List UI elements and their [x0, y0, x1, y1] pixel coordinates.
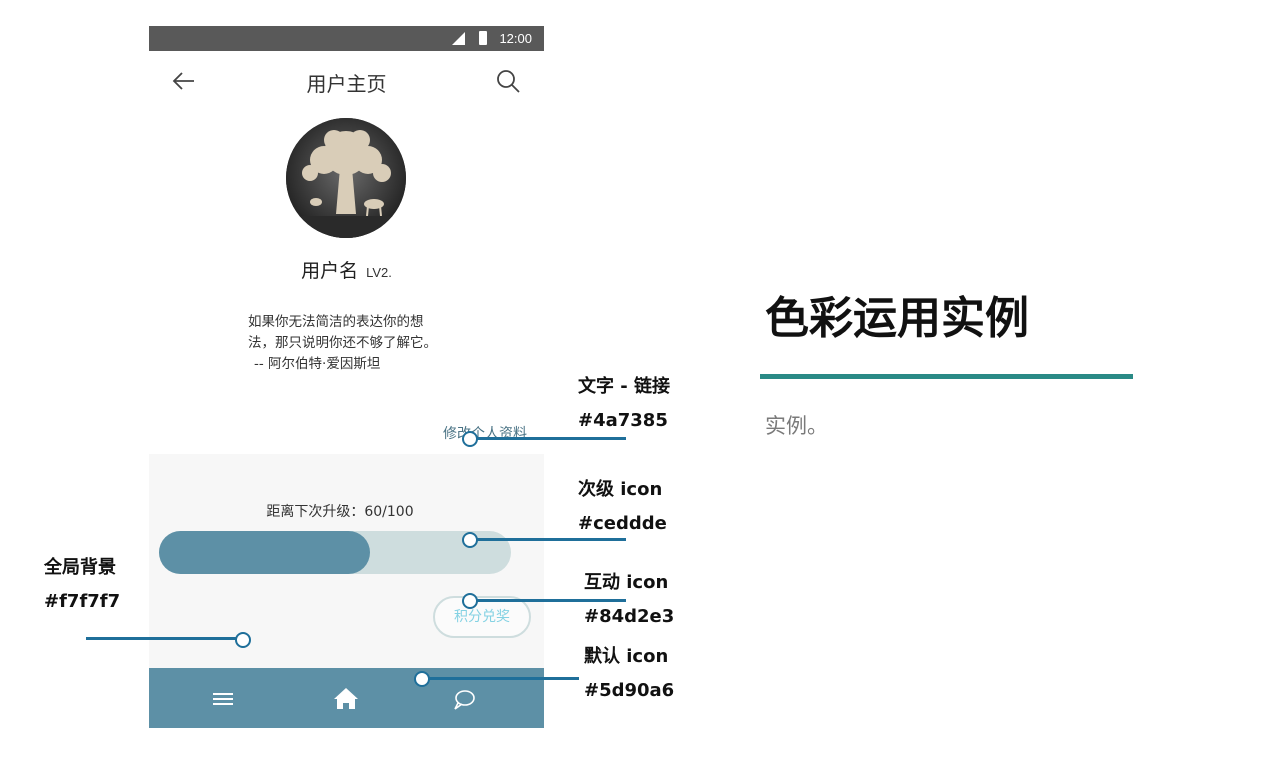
annotation-default-line: [421, 677, 579, 680]
username: 用户名: [301, 260, 359, 282]
annotation-default-title: 默认 icon: [584, 646, 669, 667]
annotation-bg-dot: [235, 632, 251, 648]
level-badge: LV2.: [366, 265, 392, 280]
annotation-link-color: #4a7385: [578, 410, 668, 431]
annotation-secondary-color: #ceddde: [578, 513, 667, 534]
search-icon[interactable]: [495, 68, 521, 94]
quote-line-1: 如果你无法简洁的表达你的想: [248, 314, 424, 330]
bio-quote: 如果你无法简洁的表达你的想 法，那只说明你还不够了解它。 -- 阿尔伯特·爱因斯…: [248, 312, 478, 375]
username-row: 用户名 LV2.: [149, 256, 544, 283]
annotation-link-title: 文字 - 链接: [578, 376, 671, 397]
slide-subtitle: 实例。: [765, 414, 828, 438]
signal-icon: [452, 32, 465, 45]
progress-fill: [159, 531, 371, 574]
annotation-default-dot: [414, 671, 430, 687]
annotation-default-color: #5d90a6: [584, 680, 675, 701]
annotation-bg-color: #f7f7f7: [44, 591, 121, 612]
avatar[interactable]: [286, 118, 406, 238]
home-icon[interactable]: [331, 685, 361, 713]
battery-icon: [479, 31, 487, 45]
app-bar: 用户主页: [149, 51, 544, 111]
phone-screen: 12:00 用户主页 用户名 LV2. 如果你无法简洁的表达你的想 法，那只说明…: [149, 26, 544, 728]
status-bar: 12:00: [149, 26, 544, 51]
quote-line-2: 法，那只说明你还不够了解它。: [248, 335, 437, 351]
annotation-interactive-line: [469, 599, 626, 602]
annotation-secondary-line: [469, 538, 626, 541]
page-title: 用户主页: [306, 72, 387, 96]
slide-title: 色彩运用实例: [765, 293, 1029, 344]
annotation-secondary-dot: [462, 532, 478, 548]
annotation-link-line: [469, 437, 626, 440]
annotation-interactive-dot: [462, 593, 478, 609]
annotation-secondary-icon: 次级 icon #ceddde: [578, 473, 667, 541]
annotation-link-dot: [462, 431, 478, 447]
annotation-link-text: 文字 - 链接 #4a7385: [578, 370, 670, 438]
redeem-points-button[interactable]: 积分兑奖: [433, 596, 531, 638]
status-time: 12:00: [499, 31, 532, 46]
menu-icon[interactable]: [208, 685, 238, 713]
annotation-bg-line: [86, 637, 242, 640]
content-area: 距离下次升级：60/100 积分兑奖: [149, 454, 544, 668]
annotation-bg-title: 全局背景: [44, 557, 116, 578]
chat-bubble-icon[interactable]: [449, 685, 479, 713]
title-divider: [760, 374, 1133, 379]
annotation-interactive-title: 互动 icon: [584, 572, 669, 593]
annotation-default-icon: 默认 icon #5d90a6: [584, 640, 674, 708]
progress-track: [159, 531, 511, 574]
annotation-global-bg: 全局背景 #f7f7f7: [44, 551, 120, 619]
quote-author: -- 阿尔伯特·爱因斯坦: [254, 356, 381, 372]
progress-label: 距离下次升级：60/100: [266, 504, 414, 520]
annotation-secondary-title: 次级 icon: [578, 479, 663, 500]
avatar-image: [286, 118, 406, 238]
edit-profile-link[interactable]: 修改个人资料: [443, 423, 527, 443]
annotation-interactive-color: #84d2e3: [584, 606, 675, 627]
